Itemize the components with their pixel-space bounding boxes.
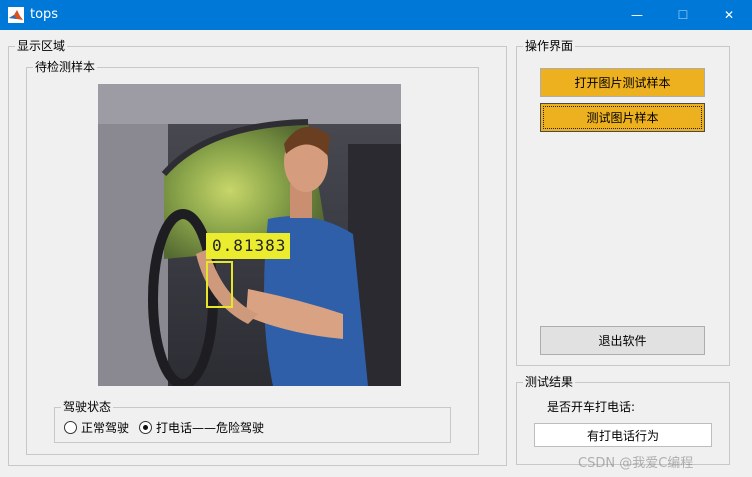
- driving-state-label: 驾驶状态: [61, 400, 114, 414]
- close-button[interactable]: ✕: [706, 0, 752, 30]
- open-sample-button[interactable]: 打开图片测试样本: [540, 68, 705, 97]
- exit-button[interactable]: 退出软件: [540, 326, 705, 355]
- test-sample-button[interactable]: 测试图片样本: [540, 103, 705, 132]
- result-question: 是否开车打电话:: [547, 400, 636, 414]
- radio-phone-label: 打电话——危险驾驶: [156, 421, 265, 435]
- sample-panel-label: 待检测样本: [33, 60, 98, 74]
- radio-normal-label: 正常驾驶: [81, 421, 130, 435]
- radio-normal-driving[interactable]: 正常驾驶: [64, 419, 129, 436]
- result-panel-label: 测试结果: [523, 375, 576, 389]
- radio-checked-icon: [139, 421, 152, 434]
- detection-score-label: 0.81383: [206, 233, 290, 259]
- matlab-logo-icon: [8, 7, 24, 23]
- operation-panel-label: 操作界面: [523, 39, 576, 53]
- watermark: CSDN @我爱C编程: [578, 456, 694, 471]
- result-value-field: 有打电话行为: [534, 423, 712, 447]
- display-area-label: 显示区域: [15, 39, 68, 53]
- detection-bounding-box: [206, 261, 233, 308]
- title-bar: tops — ☐ ✕: [0, 0, 752, 30]
- minimize-button[interactable]: —: [614, 0, 660, 30]
- radio-unchecked-icon: [64, 421, 77, 434]
- window-title: tops: [30, 7, 59, 22]
- maximize-button[interactable]: ☐: [660, 0, 706, 30]
- radio-phone-dangerous[interactable]: 打电话——危险驾驶: [139, 419, 264, 436]
